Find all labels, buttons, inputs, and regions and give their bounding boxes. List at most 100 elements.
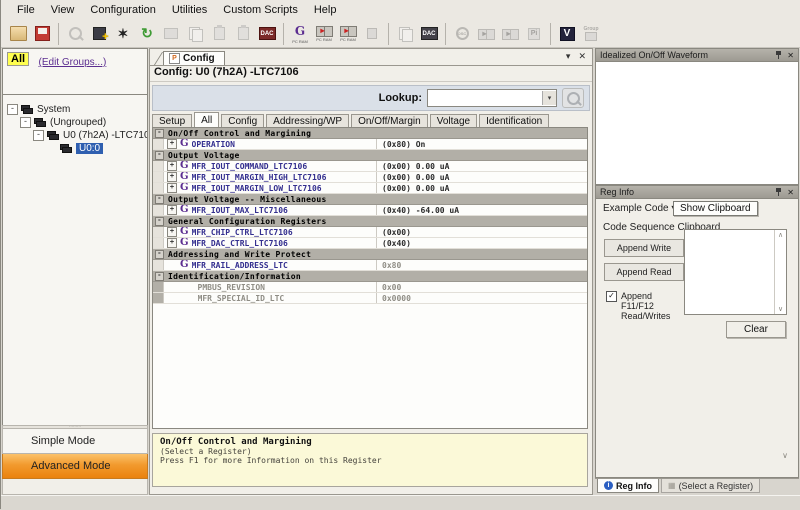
section-row[interactable]: -Identification/Information <box>153 271 587 282</box>
section-row[interactable]: -Output Voltage <box>153 150 587 161</box>
expand-icon[interactable]: + <box>167 183 177 193</box>
edit-groups-link[interactable]: (Edit Groups...) <box>39 57 107 68</box>
tree-node-u0-7h2a-ltc7106[interactable]: -U0 (7h2A) -LTC7106 <box>3 129 147 142</box>
device-chip-icon <box>34 118 47 127</box>
menu-configuration[interactable]: Configuration <box>82 2 163 18</box>
section-row[interactable]: -On/Off Control and Margining <box>153 128 587 139</box>
register-row[interactable]: +GPMBUS_REVISION0x00 <box>153 282 587 293</box>
register-value[interactable]: (0x00) 0.00 uA <box>376 161 587 171</box>
register-value[interactable]: (0x00) 0.00 uA <box>376 172 587 182</box>
toolbar-separator <box>283 23 284 45</box>
collapse-icon[interactable]: - <box>155 129 164 138</box>
expand-icon[interactable]: + <box>167 139 177 149</box>
lookup-search-button[interactable] <box>562 88 584 108</box>
section-row[interactable]: -Addressing and Write Protect <box>153 249 587 260</box>
scroll-up-icon[interactable]: ∧ <box>778 231 783 239</box>
tab-voltage[interactable]: Voltage <box>430 114 477 127</box>
code-sequence-textarea[interactable]: ∧ ∨ <box>684 229 787 315</box>
all-group-badge[interactable]: All <box>7 52 29 66</box>
pin-icon[interactable] <box>776 188 781 196</box>
save-icon[interactable] <box>31 22 53 46</box>
scroll-down-icon[interactable]: ∨ <box>778 305 783 313</box>
close-icon[interactable]: ✕ <box>787 188 794 197</box>
register-row[interactable]: +GMFR_IOUT_COMMAND_LTC7106(0x00) 0.00 uA <box>153 161 587 172</box>
register-row[interactable]: +GMFR_IOUT_MARGIN_LOW_LTC7106(0x00) 0.00… <box>153 183 587 194</box>
register-row[interactable]: +GMFR_IOUT_MARGIN_HIGH_LTC7106(0x00) 0.0… <box>153 172 587 183</box>
register-row[interactable]: +GOPERATION(0x80) On <box>153 139 587 150</box>
open-folder-icon[interactable] <box>7 22 29 46</box>
expand-icon[interactable]: + <box>167 238 177 248</box>
advanced-mode-button[interactable]: Advanced Mode <box>2 454 148 479</box>
tab-on-off-margin[interactable]: On/Off/Margin <box>351 114 428 127</box>
close-icon[interactable]: ✕ <box>787 51 794 60</box>
write-pc-ram-icon[interactable]: ▸PC RAM <box>313 22 335 46</box>
menu-custom-scripts[interactable]: Custom Scripts <box>215 2 306 18</box>
dac-dark-icon[interactable]: DAC <box>418 22 440 46</box>
dock-tab--select-a-register-[interactable]: ▦(Select a Register) <box>661 479 760 493</box>
tree-node-u0-0[interactable]: U0:0 <box>3 142 147 155</box>
pc-connect-icon[interactable]: ↻ <box>136 22 158 46</box>
register-row[interactable]: +GMFR_CHIP_CTRL_LTC7106(0x00) <box>153 227 587 238</box>
register-value[interactable]: (0x40) <box>376 238 587 248</box>
simple-mode-button[interactable]: Simple Mode <box>2 429 148 454</box>
pane-menu-icon[interactable]: ▾ <box>566 51 571 62</box>
register-value[interactable]: 0x00 <box>376 282 587 292</box>
tab-addressing-wp[interactable]: Addressing/WP <box>266 114 349 127</box>
tree-expander-icon[interactable]: - <box>7 104 18 115</box>
register-row[interactable]: +GMFR_RAIL_ADDRESS_LTC0x80 <box>153 260 587 271</box>
append-write-button[interactable]: Append Write <box>604 239 684 257</box>
register-value[interactable]: 0x0000 <box>376 293 587 303</box>
register-row[interactable]: +GMFR_SPECIAL_ID_LTC0x0000 <box>153 293 587 304</box>
write-ram-nvm-icon[interactable]: ▸PC RAM <box>337 22 359 46</box>
textarea-scrollbar[interactable]: ∧ ∨ <box>774 230 786 314</box>
collapse-icon[interactable]: - <box>155 151 164 160</box>
register-row[interactable]: +GMFR_IOUT_MAX_LTC7106(0x40) -64.00 uA <box>153 205 587 216</box>
clear-button[interactable]: Clear <box>726 321 786 338</box>
section-row[interactable]: -General Configuration Registers <box>153 216 587 227</box>
register-value[interactable]: (0x00) 0.00 uA <box>376 183 587 193</box>
collapse-icon[interactable]: - <box>155 217 164 226</box>
show-clipboard-button[interactable]: Show Clipboard <box>673 201 758 216</box>
tree-node--ungrouped-[interactable]: -(Ungrouped) <box>3 116 147 129</box>
tree-expander-icon[interactable]: - <box>33 130 44 141</box>
verify-icon[interactable]: V <box>556 22 578 46</box>
tab-identification[interactable]: Identification <box>479 114 549 127</box>
expand-icon[interactable]: + <box>167 205 177 215</box>
tab-config[interactable]: Config <box>221 114 264 127</box>
lookup-combobox[interactable]: ▾ <box>427 89 557 107</box>
expand-icon[interactable]: + <box>167 172 177 182</box>
tree-expander-icon[interactable]: - <box>20 117 31 128</box>
pin-icon[interactable] <box>776 51 781 59</box>
expand-icon[interactable]: + <box>167 161 177 171</box>
pane-scroll-down-icon[interactable]: ∨ <box>782 451 788 460</box>
register-value[interactable]: (0x00) <box>376 227 587 237</box>
dac-icon[interactable]: DAC <box>256 22 278 46</box>
dock-tab-reg-info[interactable]: iReg Info <box>597 479 659 493</box>
tab-config[interactable]: P Config <box>163 51 225 65</box>
pc-to-ram-icon[interactable]: GPC RAM <box>289 22 311 46</box>
register-value[interactable]: (0x80) On <box>376 139 587 149</box>
section-row[interactable]: -Output Voltage -- Miscellaneous <box>153 194 587 205</box>
append-read-button[interactable]: Append Read <box>604 263 684 281</box>
register-value[interactable]: 0x80 <box>376 260 587 270</box>
menu-file[interactable]: File <box>9 2 43 18</box>
tree-node-system[interactable]: -System <box>3 103 147 116</box>
collapse-icon[interactable]: - <box>155 272 164 281</box>
expand-icon[interactable]: + <box>167 227 177 237</box>
wizard-icon[interactable]: ✶ <box>112 22 134 46</box>
menu-help[interactable]: Help <box>306 2 345 18</box>
dock-tab-bar: iReg Info▦(Select a Register) <box>595 478 799 496</box>
add-device-icon[interactable]: + <box>88 22 110 46</box>
collapse-icon[interactable]: - <box>155 195 164 204</box>
append-f11-checkbox[interactable]: ✓ <box>606 291 617 302</box>
example-code-dropdown[interactable]: Example Code ▾ <box>603 203 676 214</box>
pane-close-icon[interactable]: ✕ <box>578 51 586 62</box>
register-row[interactable]: +GMFR_DAC_CTRL_LTC7106(0x40) <box>153 238 587 249</box>
menu-utilities[interactable]: Utilities <box>164 2 215 18</box>
tab-all[interactable]: All <box>194 112 219 127</box>
menu-view[interactable]: View <box>43 2 83 18</box>
collapse-icon[interactable]: - <box>155 250 164 259</box>
register-value[interactable]: (0x40) -64.00 uA <box>376 205 587 215</box>
chevron-down-icon[interactable]: ▾ <box>542 91 556 105</box>
tab-setup[interactable]: Setup <box>152 114 192 127</box>
